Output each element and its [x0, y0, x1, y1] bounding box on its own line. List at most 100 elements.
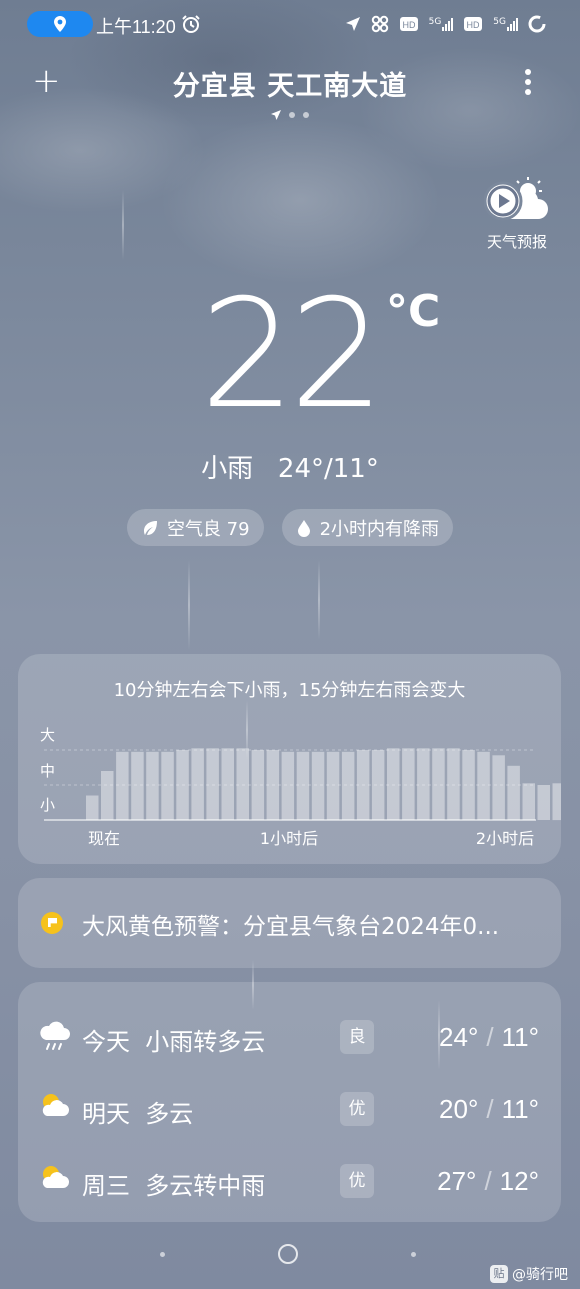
precipitation-bar	[251, 750, 265, 820]
precipitation-bar	[341, 751, 355, 821]
raindrop-icon	[297, 519, 310, 537]
precipitation-bar	[176, 750, 189, 820]
navigation-icon	[345, 17, 360, 31]
precipitation-bar	[101, 771, 114, 820]
precipitation-bar	[311, 751, 325, 821]
precipitation-bar	[281, 751, 295, 821]
hd-icon: HD	[399, 17, 418, 31]
leaf-icon	[143, 520, 157, 535]
battery-ring-icon	[528, 15, 546, 33]
rain-streak	[122, 190, 124, 260]
precipitation-bar	[462, 750, 475, 820]
aqi-badge: 优	[340, 1164, 374, 1198]
weather-warning-card[interactable]: 大风黄色预警：分宜县气象台2024年0...	[18, 878, 561, 968]
daily-forecast-card[interactable]: 今天 小雨转多云 良 24°/11° 明天 多云 优 20°/11° 周三 多云…	[18, 982, 561, 1222]
watermark-text: @骑行吧	[512, 1267, 568, 1283]
precipitation-bar	[326, 751, 340, 821]
precipitation-bar	[537, 785, 550, 820]
daily-row-wednesday[interactable]: 周三 多云转中雨 优 27°/12°	[18, 1156, 561, 1206]
precipitation-bar	[146, 751, 159, 821]
page-dot	[289, 112, 295, 118]
precipitation-chart: 大 中 小 现在 1小时后 2小时后	[40, 726, 561, 848]
warning-flag-icon	[41, 912, 63, 934]
precipitation-bar	[447, 748, 460, 821]
location-pin-icon	[54, 16, 66, 32]
daily-temps: 24°/11°	[439, 1022, 539, 1052]
rain-alert-text: 2小时内有降雨	[319, 518, 440, 540]
daily-day-label: 周三 多云转中雨	[82, 1172, 266, 1200]
air-quality-text: 空气良 79	[166, 518, 250, 540]
page-indicator	[0, 110, 580, 120]
nav-recents-button[interactable]	[411, 1252, 416, 1257]
level-label-heavy: 大	[40, 726, 55, 744]
aqi-badge: 良	[340, 1020, 374, 1054]
daily-row-tomorrow[interactable]: 明天 多云 优 20°/11°	[18, 1084, 561, 1134]
precipitation-bar	[417, 748, 430, 821]
time-label-1h: 1小时后	[260, 829, 318, 848]
time-label-now: 现在	[88, 829, 120, 848]
daily-temps: 27°/12°	[437, 1166, 539, 1196]
location-indicator[interactable]	[27, 11, 93, 37]
precipitation-card[interactable]: 10分钟左右会下小雨，15分钟左右雨会变大 大 中 小 现在 1小时后 2小时后	[18, 654, 561, 864]
precipitation-bar	[191, 748, 204, 821]
nav-back-button[interactable]	[160, 1252, 165, 1257]
nfc-icon	[371, 15, 388, 33]
level-label-light: 小	[40, 796, 55, 814]
city-title: 分宜县 天工南大道	[172, 71, 408, 102]
aqi-badge: 优	[340, 1092, 374, 1126]
forecast-label: 天气预报	[486, 233, 547, 251]
rain-streak	[318, 560, 320, 640]
signal-5g-icon-2: 5G	[493, 17, 518, 31]
air-quality-chip[interactable]: 空气良 79	[126, 509, 264, 546]
level-label-medium: 中	[40, 762, 55, 780]
partly-cloudy-icon	[42, 1094, 69, 1116]
rain-streak	[188, 560, 190, 650]
status-bar: 上午11:20 HD 5G HD 5G	[0, 10, 580, 40]
warning-text: 大风黄色预警：分宜县气象台2024年0...	[82, 914, 500, 940]
precipitation-bar	[206, 748, 219, 821]
precipitation-bar	[402, 748, 415, 821]
signal-5g-icon: 5G	[429, 17, 454, 31]
precipitation-bar	[432, 748, 445, 821]
precipitation-bar	[221, 748, 234, 821]
precipitation-bar	[477, 751, 490, 821]
temperature-unit: °C	[386, 286, 441, 337]
nav-home-button[interactable]	[278, 1244, 298, 1264]
daily-day-label: 今天 小雨转多云	[82, 1028, 266, 1056]
daily-row-today[interactable]: 今天 小雨转多云 良 24°/11°	[18, 1012, 561, 1062]
precipitation-bar	[266, 750, 280, 820]
current-temperature: 22	[200, 268, 385, 442]
precipitation-bar	[507, 765, 520, 821]
precipitation-bar	[236, 748, 249, 821]
more-options-icon[interactable]	[524, 68, 532, 96]
precipitation-bar	[492, 755, 505, 821]
svg-text:HD: HD	[402, 20, 415, 30]
precipitation-bar	[522, 783, 535, 821]
partly-cloudy-icon	[42, 1166, 69, 1188]
current-condition: 小雨 24°/11°	[201, 454, 379, 484]
status-time: 上午11:20	[96, 17, 176, 37]
watermark: 贴 @骑行吧	[490, 1264, 568, 1284]
precipitation-bar	[371, 750, 385, 820]
precipitation-bar	[161, 751, 174, 821]
daily-day-label: 明天 多云	[82, 1100, 194, 1128]
precipitation-bar	[86, 795, 99, 820]
rain-cloud-icon	[40, 1021, 70, 1050]
precipitation-bar	[131, 751, 144, 821]
rain-alert-chip[interactable]: 2小时内有降雨	[281, 509, 454, 546]
tieba-logo-icon: 贴	[490, 1265, 508, 1283]
daily-temps: 20°/11°	[439, 1094, 539, 1124]
precipitation-bar	[116, 751, 129, 821]
precipitation-bar	[552, 783, 561, 821]
precipitation-bar	[296, 751, 310, 821]
precipitation-bar	[387, 748, 400, 821]
time-label-2h: 2小时后	[476, 829, 534, 848]
precipitation-bar	[356, 750, 370, 820]
alarm-icon	[182, 15, 200, 33]
page-dot	[303, 112, 309, 118]
weather-forecast-video-button[interactable]: 天气预报	[483, 175, 550, 252]
svg-text:HD: HD	[467, 20, 480, 30]
hd-icon-2: HD	[464, 17, 483, 31]
location-arrow-icon	[271, 110, 281, 120]
forecast-play-icon	[483, 177, 548, 221]
